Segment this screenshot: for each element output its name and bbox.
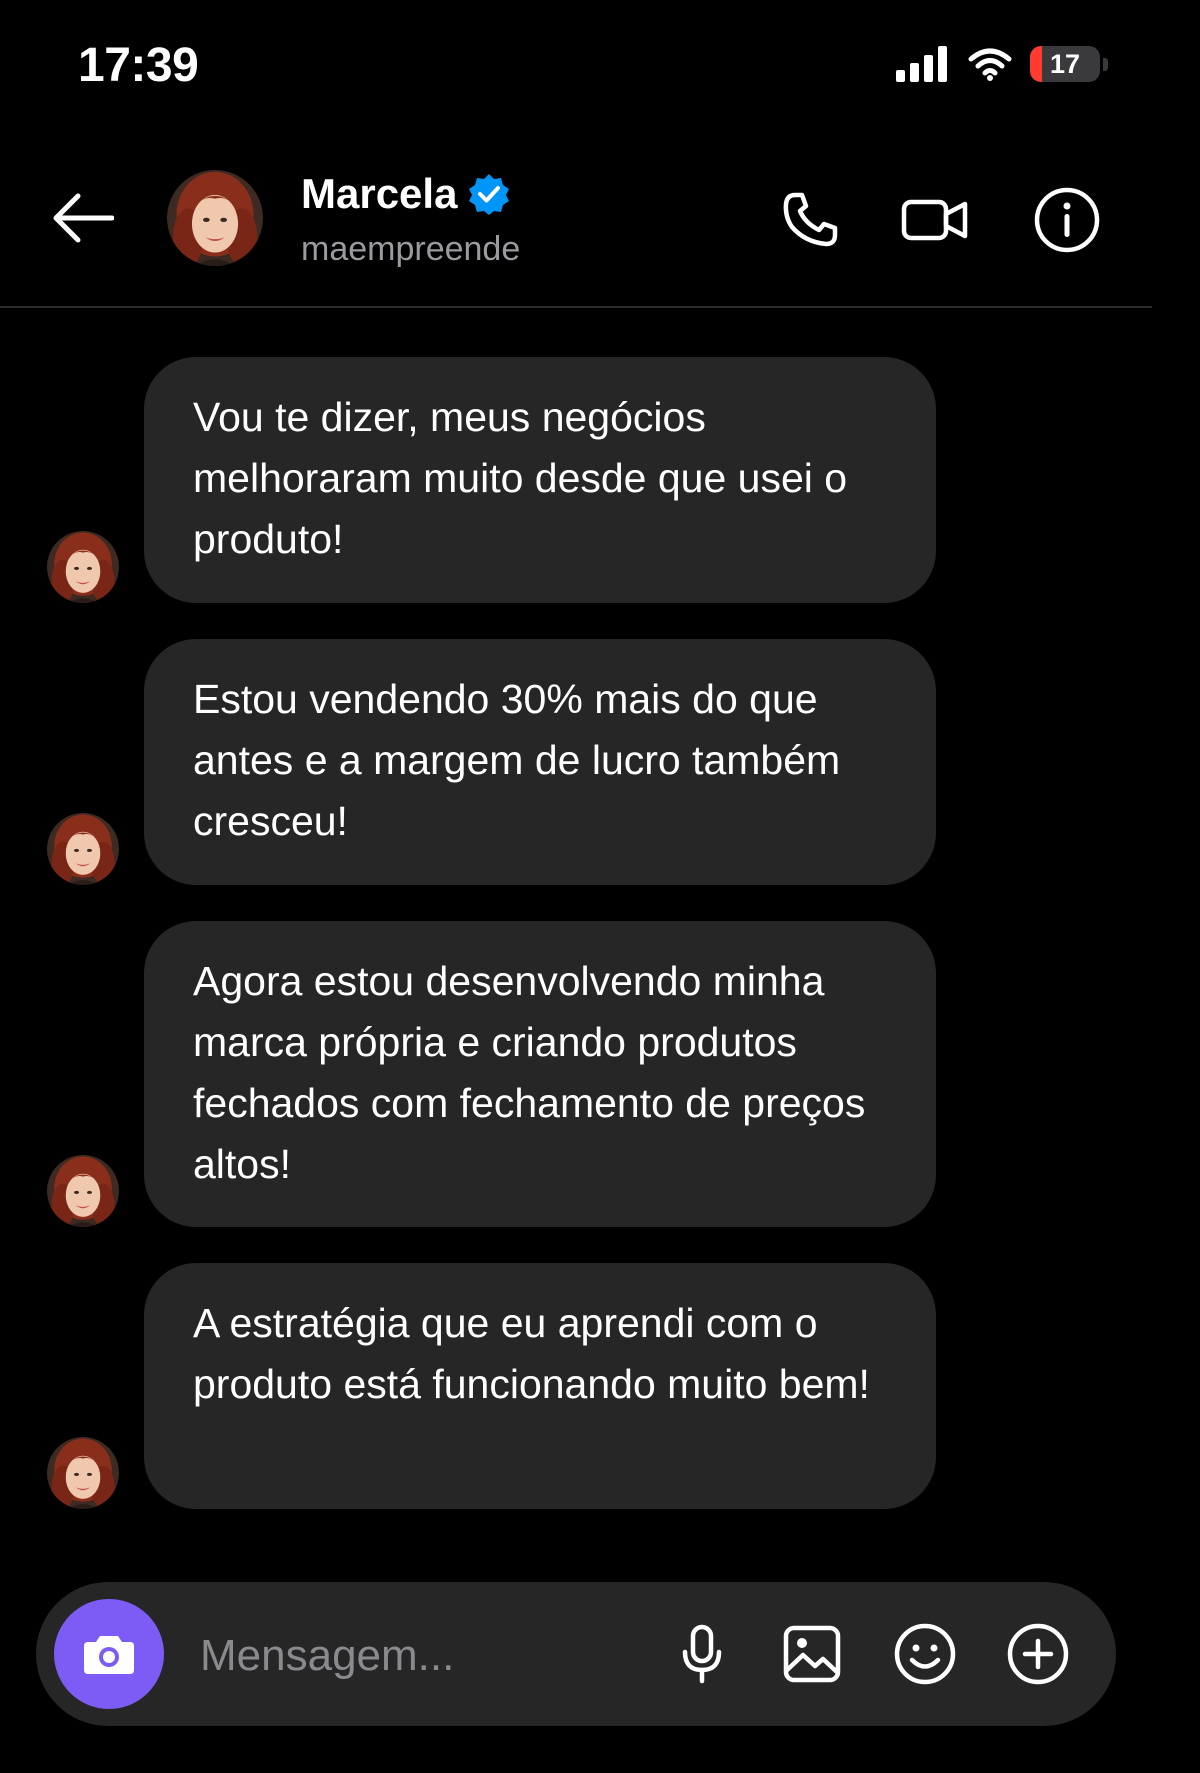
- sender-avatar[interactable]: [47, 1155, 119, 1227]
- contact-name-row[interactable]: Marcela: [301, 170, 511, 218]
- video-camera-icon: [901, 199, 968, 241]
- verified-badge-icon: [469, 174, 510, 215]
- contact-name: Marcela: [301, 170, 458, 217]
- emoji-icon: [894, 1623, 956, 1685]
- battery-indicator: 17: [1030, 46, 1100, 82]
- contact-handle: maempreende: [301, 230, 521, 268]
- message-input[interactable]: [198, 1620, 682, 1692]
- camera-button[interactable]: [54, 1599, 164, 1709]
- phone-icon: [783, 192, 838, 247]
- voice-message-button[interactable]: [666, 1618, 738, 1690]
- gallery-button[interactable]: [776, 1618, 848, 1690]
- message-bubble[interactable]: Vou te dizer, meus negócios melhoraram m…: [144, 357, 936, 603]
- contact-avatar[interactable]: [167, 170, 263, 266]
- gallery-icon: [783, 1625, 841, 1683]
- camera-icon: [84, 1636, 134, 1674]
- sender-avatar[interactable]: [47, 531, 119, 603]
- more-options-button[interactable]: [1002, 1618, 1074, 1690]
- status-bar: 17:39 17: [0, 0, 1200, 130]
- status-time: 17:39: [78, 39, 199, 92]
- voice-call-button[interactable]: [775, 185, 845, 255]
- message-bubble[interactable]: Agora estou desenvolvendo minha marca pr…: [144, 921, 936, 1227]
- sender-avatar[interactable]: [47, 813, 119, 885]
- plus-icon: [1007, 1623, 1069, 1685]
- message-composer: [36, 1582, 1116, 1726]
- info-icon: [1034, 187, 1100, 253]
- message-bubble[interactable]: Estou vendendo 30% mais do que antes e a…: [144, 639, 936, 885]
- sender-avatar[interactable]: [47, 1437, 119, 1509]
- battery-level: 17: [1049, 48, 1081, 79]
- microphone-icon: [682, 1624, 722, 1684]
- wifi-icon: [968, 48, 1012, 81]
- battery-cap: [1103, 57, 1108, 71]
- emoji-button[interactable]: [889, 1618, 961, 1690]
- cellular-signal-icon: [896, 46, 947, 82]
- chat-header: Marcela maempreende: [0, 130, 1152, 308]
- back-arrow-icon: [53, 193, 114, 243]
- info-button[interactable]: [1032, 185, 1102, 255]
- back-button[interactable]: [50, 188, 116, 248]
- message-bubble[interactable]: A estratégia que eu aprendi com o produt…: [144, 1263, 936, 1509]
- status-icons: 17: [896, 46, 1108, 82]
- video-call-button[interactable]: [900, 185, 970, 255]
